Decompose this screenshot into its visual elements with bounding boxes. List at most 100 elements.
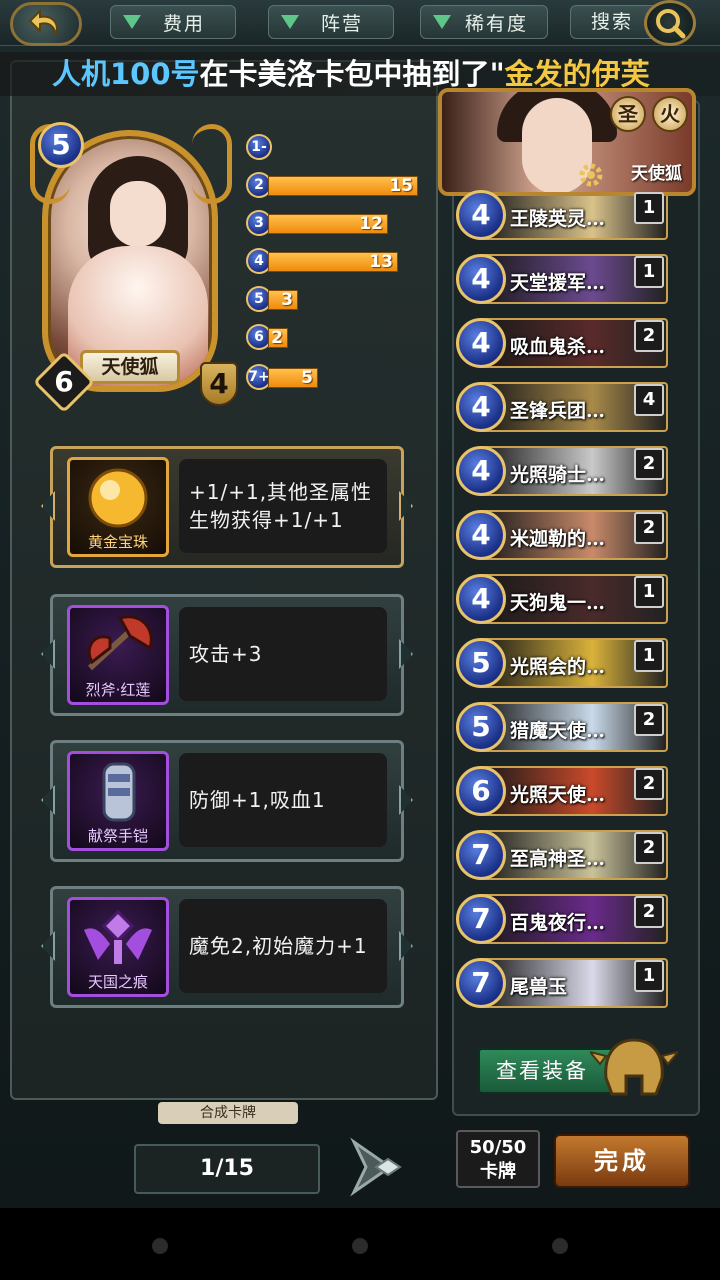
holy-badge-icon: 圣 — [610, 96, 646, 132]
cost-count-bar: 2 — [268, 328, 288, 348]
page-indicator: 1/15 — [134, 1144, 320, 1194]
deck-card-name: 百鬼夜行… — [510, 912, 606, 934]
top-bar: 费用 阵营 稀有度 搜索 — [0, 0, 720, 46]
hero-card[interactable]: 5 天使狐 6 4 — [30, 118, 238, 414]
deck-card-count-badge: 1 — [634, 960, 664, 992]
golden-orb-icon — [88, 468, 148, 528]
filter-faction-button[interactable]: 阵营 — [268, 5, 394, 39]
deck-card-name: 圣锋兵团… — [510, 400, 606, 422]
deck-card-name: 猎魔天使… — [510, 720, 606, 742]
equipment-slot[interactable]: 黄金宝珠 +1/+1,其他圣属性生物获得+1/+1 — [41, 446, 413, 568]
deck-card-count-badge: 2 — [634, 704, 664, 736]
deck-card-count-badge: 1 — [634, 192, 664, 224]
deck-card-row[interactable]: 4 吸血鬼杀… 2 — [456, 314, 670, 372]
equipment-icon[interactable]: 黄金宝珠 — [67, 457, 169, 557]
search-icon-button[interactable] — [644, 0, 696, 46]
card-name: 天使狐 — [80, 350, 180, 384]
deck-card-cost: 7 — [456, 894, 506, 944]
deck-card-row[interactable]: 6 光照天使… 2 — [456, 762, 670, 820]
deck-card-cost: 4 — [456, 446, 506, 496]
deck-card-row[interactable]: 7 至高神圣… 2 — [456, 826, 670, 884]
heaven-mark-icon — [84, 909, 152, 964]
deck-card-row[interactable]: 4 天堂援军… 1 — [456, 250, 670, 308]
deck-card-row[interactable]: 7 尾兽玉 1 — [456, 954, 670, 1012]
hero-portrait[interactable]: 圣 火 天使狐 — [438, 88, 696, 196]
deck-card-row[interactable]: 4 光照骑士… 2 — [456, 442, 670, 500]
equipment-description: +1/+1,其他圣属性生物获得+1/+1 — [179, 459, 387, 553]
deck-card-count-badge: 2 — [634, 768, 664, 800]
deck-card-name: 王陵英灵… — [510, 208, 606, 230]
equipment-description: 防御+1,吸血1 — [179, 753, 387, 847]
system-nav-bar — [0, 1208, 720, 1280]
filter-cost-label: 费用 — [163, 12, 206, 35]
card-attack: 6 — [54, 365, 74, 398]
deck-card-count-badge: 1 — [634, 640, 664, 672]
equipment-name: 黄金宝珠 — [87, 533, 148, 551]
done-button[interactable]: 完成 — [554, 1134, 690, 1188]
broadcast-message: 在卡美洛卡包中抽到了 — [199, 57, 490, 91]
deck-card-count-badge: 2 — [634, 320, 664, 352]
cost-histogram-row: 2 15 — [246, 172, 426, 198]
filter-rarity-button[interactable]: 稀有度 — [420, 5, 548, 39]
equipment-slot[interactable]: 烈斧·红莲 攻击+3 — [41, 594, 413, 716]
helmet-icon[interactable] — [587, 1034, 681, 1110]
deck-card-row[interactable]: 4 米迦勒的… 2 — [456, 506, 670, 564]
back-button[interactable] — [10, 2, 82, 46]
equipment-slot[interactable]: 天国之痕 魔免2,初始魔力+1 — [41, 886, 413, 1008]
filter-cost-button[interactable]: 费用 — [110, 5, 236, 39]
fire-badge-icon: 火 — [652, 96, 688, 132]
cost-histogram-row: 4 13 — [246, 248, 426, 274]
cost-histogram-row: 7+ 5 — [246, 364, 426, 390]
dropdown-triangle-icon — [281, 15, 299, 29]
deck-card-cost: 5 — [456, 638, 506, 688]
view-equipment-label: 查看装备 — [496, 1059, 588, 1083]
next-page-button[interactable] — [346, 1132, 410, 1202]
card-ornament-right — [192, 124, 232, 204]
deck-card-cost: 7 — [456, 830, 506, 880]
deck-card-cost: 4 — [456, 382, 506, 432]
equipment-icon[interactable]: 烈斧·红莲 — [67, 605, 169, 705]
deck-card-count-badge: 2 — [634, 512, 664, 544]
gauntlet-icon — [102, 762, 136, 822]
deck-builder-screen: 费用 阵营 稀有度 搜索 人机100号在卡美洛卡包中抽到了"金发的伊芙 5 天使… — [0, 0, 720, 1208]
deck-card-cost: 4 — [456, 254, 506, 304]
deck-card-name: 至高神圣… — [510, 848, 606, 870]
equipment-icon[interactable]: 天国之痕 — [67, 897, 169, 997]
equipment-slot[interactable]: 献祭手铠 防御+1,吸血1 — [41, 740, 413, 862]
equipment-description-text: +1/+1,其他圣属性生物获得+1/+1 — [189, 480, 373, 532]
equipment-icon[interactable]: 献祭手铠 — [67, 751, 169, 851]
equipment-description: 魔免2,初始魔力+1 — [179, 899, 387, 993]
cost-count-bar: 5 — [268, 368, 318, 388]
deck-card-row[interactable]: 5 光照会的… 1 — [456, 634, 670, 692]
deck-card-row[interactable]: 7 百鬼夜行… 2 — [456, 890, 670, 948]
card-count-value: 50/50 — [469, 1137, 527, 1158]
deck-card-name: 米迦勒的… — [510, 528, 606, 550]
deck-card-count-badge: 4 — [634, 384, 664, 416]
equipment-description-text: 防御+1,吸血1 — [189, 788, 326, 812]
deck-card-row[interactable]: 5 猎魔天使… 2 — [456, 698, 670, 756]
compose-cards-label[interactable]: 合成卡牌 — [158, 1102, 298, 1124]
axe-icon — [87, 615, 153, 671]
nav-home-button[interactable] — [352, 1238, 368, 1254]
nav-recents-button[interactable] — [552, 1238, 568, 1254]
deck-card-name: 天狗鬼一… — [510, 592, 606, 614]
back-arrow-icon — [28, 8, 58, 36]
deck-card-cost: 4 — [456, 510, 506, 560]
dropdown-triangle-icon — [123, 15, 141, 29]
equipment-description: 攻击+3 — [179, 607, 387, 701]
deck-card-cost: 6 — [456, 766, 506, 816]
cost-histogram-row: 53 — [246, 286, 426, 312]
nav-back-button[interactable] — [152, 1238, 168, 1254]
card-defense: 4 — [209, 367, 229, 400]
deck-card-count-badge: 2 — [634, 832, 664, 864]
deck-card-name: 光照会的… — [510, 656, 606, 678]
cost-count-bar: 3 — [268, 290, 298, 310]
deck-card-row[interactable]: 4 天狗鬼一… 1 — [456, 570, 670, 628]
broadcast-player: 人机100号 — [52, 57, 200, 91]
deck-card-name: 吸血鬼杀… — [510, 336, 606, 358]
hero-name: 天使狐 — [631, 164, 682, 184]
deck-card-row[interactable]: 4 圣锋兵团… 4 — [456, 378, 670, 436]
filter-faction-label: 阵营 — [321, 12, 364, 35]
broadcast-card-name: 金发的伊芙 — [504, 57, 650, 91]
gear-icon[interactable] — [578, 162, 604, 188]
